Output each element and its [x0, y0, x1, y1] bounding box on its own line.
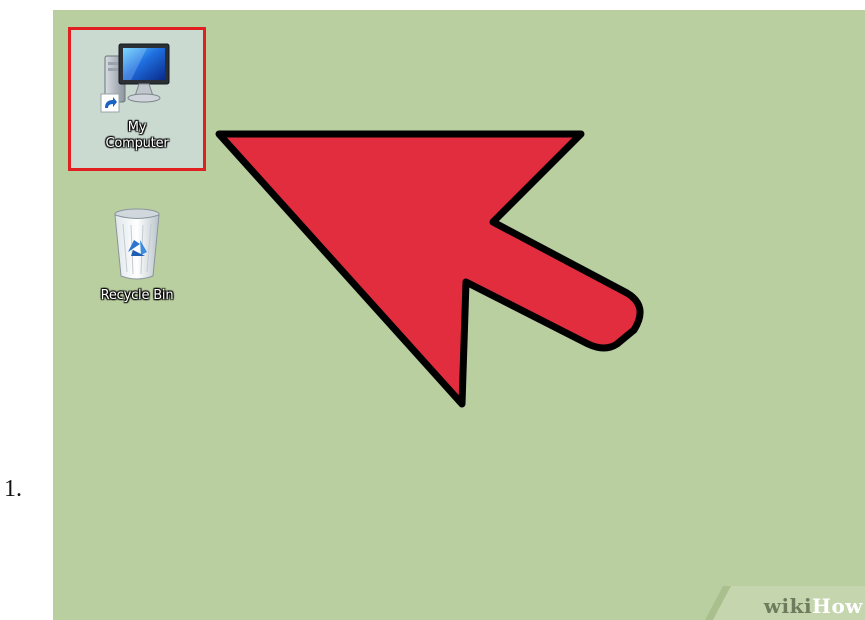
- watermark-how: How: [812, 594, 863, 618]
- my-computer-label-line2: Computer: [105, 136, 169, 151]
- watermark-wiki: wiki: [763, 594, 813, 618]
- my-computer-shortcut[interactable]: My Computer: [68, 27, 206, 171]
- watermark-text: wikiHow: [764, 594, 863, 618]
- step-number: 1.: [4, 476, 22, 502]
- recycle-bin-icon: [114, 208, 160, 280]
- computer-icon: [100, 43, 170, 113]
- recycle-bin-shortcut[interactable]: Recycle Bin: [71, 206, 203, 316]
- my-computer-label: My Computer: [92, 120, 182, 152]
- wikihow-watermark: wikiHow: [705, 586, 865, 620]
- recycle-bin-label: Recycle Bin: [100, 288, 174, 303]
- arrow-shape: [215, 130, 644, 408]
- desktop[interactable]: My Computer Recycle Bin wikiHow: [53, 10, 865, 620]
- my-computer-label-line1: My: [127, 120, 147, 135]
